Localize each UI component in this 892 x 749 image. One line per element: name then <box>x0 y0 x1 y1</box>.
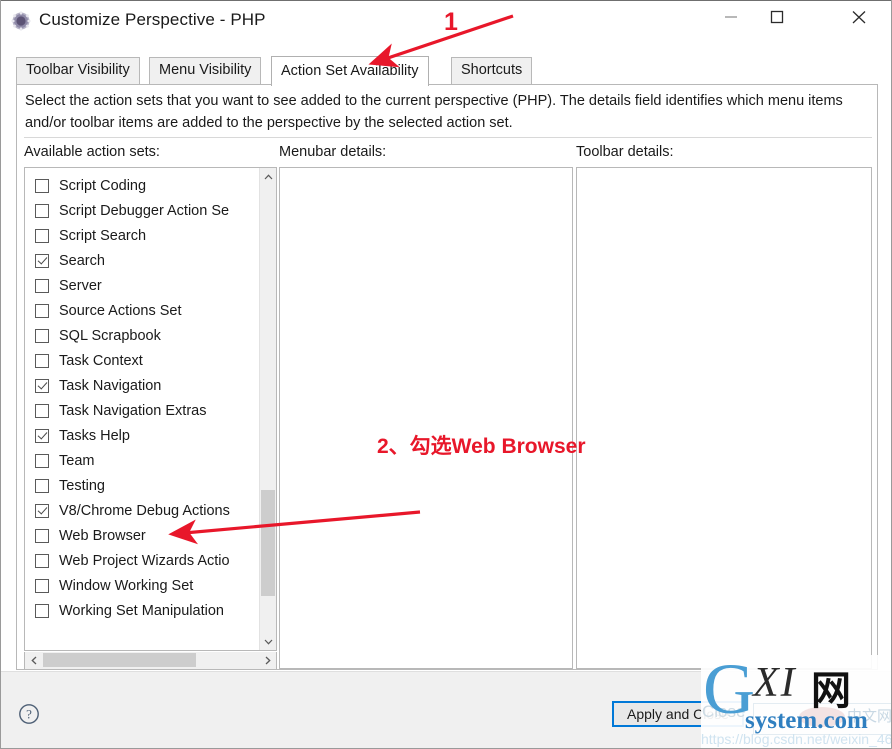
action-set-row[interactable]: Script Coding <box>25 173 257 198</box>
action-set-checkbox[interactable] <box>35 203 49 218</box>
action-set-row[interactable]: Task Navigation <box>25 373 257 398</box>
action-set-checkbox[interactable] <box>35 228 49 243</box>
action-set-checkbox[interactable] <box>35 378 49 393</box>
close-icon <box>852 11 866 24</box>
action-set-label: Working Set Manipulation <box>59 602 224 619</box>
toolbar-details-panel[interactable] <box>576 167 872 669</box>
tab-menu-visibility[interactable]: Menu Visibility <box>149 57 262 85</box>
action-set-checkbox[interactable] <box>35 428 49 443</box>
action-set-checkbox[interactable] <box>35 578 49 593</box>
help-question-icon[interactable]: ? <box>18 703 40 725</box>
action-set-row[interactable]: Tasks Help <box>25 423 257 448</box>
tab-label: Action Set Availability <box>281 63 419 79</box>
action-set-label: Task Context <box>59 352 143 369</box>
action-set-row[interactable]: Source Actions Set <box>25 298 257 323</box>
action-set-label: Server <box>59 277 102 294</box>
action-set-label: V8/Chrome Debug Actions <box>59 502 230 519</box>
annotation-step1-label: 1 <box>444 8 458 36</box>
chevron-up-icon <box>264 173 272 179</box>
action-set-row[interactable]: Script Search <box>25 223 257 248</box>
tab-action-set-availability[interactable]: Action Set Availability <box>271 56 429 86</box>
maximize-icon <box>770 10 784 24</box>
action-set-row[interactable]: Task Navigation Extras <box>25 398 257 423</box>
tab-toolbar-visibility[interactable]: Toolbar Visibility <box>16 57 140 85</box>
tab-label: Toolbar Visibility <box>26 62 130 78</box>
action-set-row[interactable]: Web Browser <box>25 523 257 548</box>
minimize-button[interactable] <box>709 1 755 33</box>
action-set-label: SQL Scrapbook <box>59 327 161 344</box>
action-set-row[interactable]: Server <box>25 273 257 298</box>
action-set-label: Testing <box>59 477 105 494</box>
action-set-checkbox[interactable] <box>35 303 49 318</box>
action-set-row[interactable]: Testing <box>25 473 257 498</box>
horizontal-scroll-thumb[interactable] <box>43 653 196 667</box>
action-set-label: Task Navigation Extras <box>59 402 207 419</box>
action-set-row[interactable]: Search <box>25 248 257 273</box>
action-set-row[interactable]: Window Working Set <box>25 573 257 598</box>
action-set-checkbox[interactable] <box>35 278 49 293</box>
action-set-row[interactable]: Web Project Wizards Actio <box>25 548 257 573</box>
scroll-down-button[interactable] <box>260 633 276 650</box>
action-set-row[interactable]: Working Set Manipulation <box>25 598 257 623</box>
action-set-row[interactable]: Team <box>25 448 257 473</box>
action-set-label: Team <box>59 452 95 469</box>
perspective-gear-icon <box>11 11 31 31</box>
action-set-checkbox[interactable] <box>35 178 49 193</box>
window-title: Customize Perspective - PHP <box>39 10 266 29</box>
svg-text:?: ? <box>26 707 32 722</box>
action-set-row[interactable]: Task Context <box>25 348 257 373</box>
tab-label: Menu Visibility <box>159 62 252 78</box>
horizontal-scrollbar[interactable] <box>24 652 277 670</box>
action-set-label: Window Working Set <box>59 577 194 594</box>
action-set-checkbox[interactable] <box>35 328 49 343</box>
menubar-details-panel[interactable] <box>279 167 573 669</box>
action-set-row[interactable]: SQL Scrapbook <box>25 323 257 348</box>
scroll-up-button[interactable] <box>260 168 276 185</box>
watermark-logo-xi: XI <box>753 660 797 706</box>
action-set-label: Web Project Wizards Actio <box>59 552 230 569</box>
tab-label: Shortcuts <box>461 62 523 78</box>
action-set-label: Search <box>59 252 105 269</box>
action-set-label: Web Browser <box>59 527 146 544</box>
customize-perspective-dialog: Customize Perspective - PHP Toolbar Visi… <box>0 0 892 749</box>
available-action-sets-label: Available action sets: <box>24 144 160 160</box>
chevron-right-icon <box>265 656 271 664</box>
annotation-step2-label: 2、勾选Web Browser <box>377 435 586 458</box>
action-set-label: Script Debugger Action Se <box>59 202 230 219</box>
scroll-left-button[interactable] <box>25 652 42 668</box>
action-set-row[interactable]: Script Debugger Action Se <box>25 198 257 223</box>
minimize-icon <box>725 16 737 18</box>
action-set-label: Task Navigation <box>59 377 162 394</box>
action-set-label: Script Coding <box>59 177 147 194</box>
action-sets-list[interactable]: Script Coding Script Debugger Action Se Sc… <box>24 167 277 651</box>
action-set-checkbox[interactable] <box>35 403 49 418</box>
action-set-checkbox[interactable] <box>35 603 49 618</box>
divider <box>24 137 872 138</box>
vertical-scroll-thumb[interactable] <box>261 490 275 596</box>
maximize-button[interactable] <box>755 1 801 33</box>
tab-shortcuts[interactable]: Shortcuts <box>451 57 533 85</box>
vertical-scrollbar[interactable] <box>259 168 276 650</box>
toolbar-details-label: Toolbar details: <box>576 144 674 160</box>
watermark: Close https://blog.csdn.net/weixin_46730… <box>701 655 891 748</box>
tab-content-panel: Select the action sets that you want to … <box>16 84 878 670</box>
chevron-down-icon <box>264 639 272 645</box>
action-set-checkbox[interactable] <box>35 253 49 268</box>
chevron-left-icon <box>30 656 36 664</box>
close-button[interactable] <box>837 1 883 33</box>
action-set-checkbox[interactable] <box>35 528 49 543</box>
action-set-label: Tasks Help <box>59 427 130 444</box>
action-set-checkbox[interactable] <box>35 478 49 493</box>
action-set-checkbox[interactable] <box>35 353 49 368</box>
action-set-checkbox[interactable] <box>35 453 49 468</box>
action-set-row[interactable]: V8/Chrome Debug Actions <box>25 498 257 523</box>
action-set-label: Script Search <box>59 227 147 244</box>
description-text: Select the action sets that you want to … <box>25 93 843 131</box>
action-set-checkbox[interactable] <box>35 503 49 518</box>
action-set-label: Source Actions Set <box>59 302 182 319</box>
watermark-site: system.com <box>745 707 868 734</box>
action-set-checkbox[interactable] <box>35 553 49 568</box>
menubar-details-label: Menubar details: <box>279 144 387 160</box>
scroll-right-button[interactable] <box>259 652 276 668</box>
